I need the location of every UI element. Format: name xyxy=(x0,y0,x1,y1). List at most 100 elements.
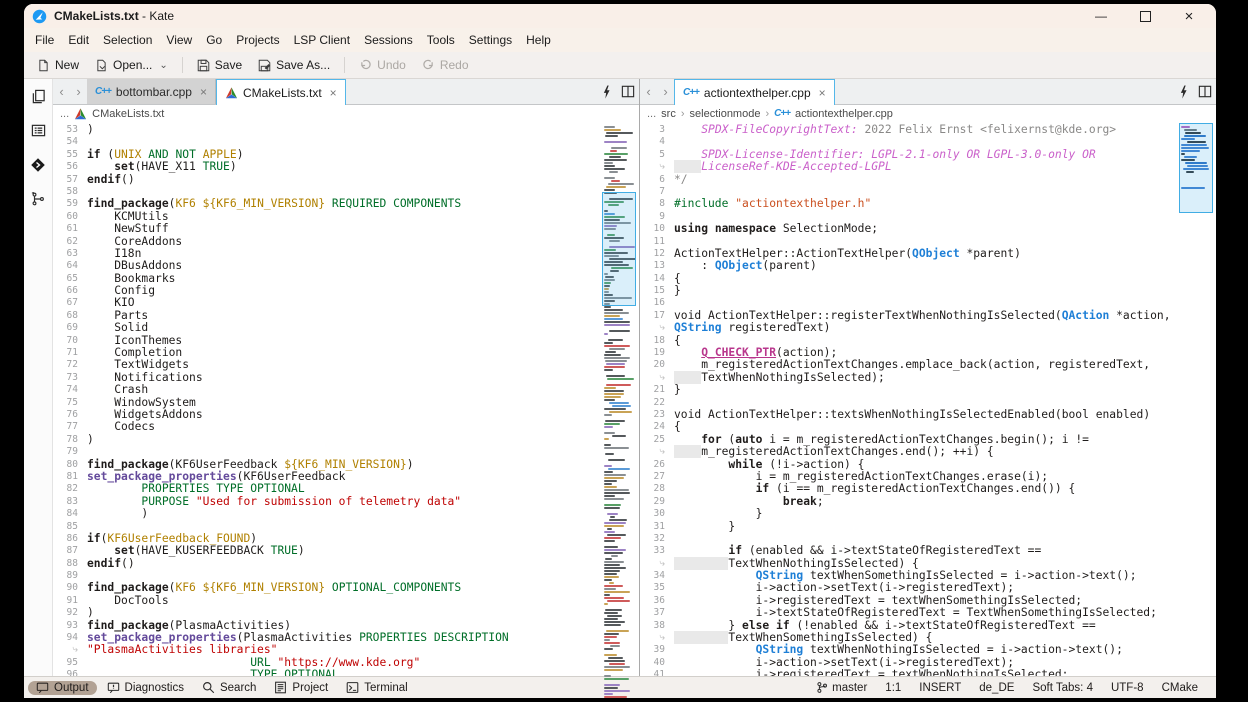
sidebar-tool-filesystem-browser[interactable] xyxy=(31,123,46,141)
maximize-button[interactable] xyxy=(1138,9,1152,23)
code-text: DocTools xyxy=(87,595,169,607)
new-button[interactable]: New xyxy=(30,56,86,74)
code-segment: Crash xyxy=(87,383,148,396)
status-master[interactable]: master xyxy=(808,681,875,694)
lightning-icon[interactable] xyxy=(1179,85,1188,99)
line-number: 68 xyxy=(53,310,87,322)
open-button[interactable]: Open...⌄ xyxy=(88,56,175,74)
quick-open-button[interactable] xyxy=(1172,79,1194,104)
code-segment xyxy=(87,544,114,557)
menu-view[interactable]: View xyxy=(159,31,199,49)
documents-icon xyxy=(31,89,46,104)
menu-projects[interactable]: Projects xyxy=(229,31,286,49)
split-view-button[interactable] xyxy=(617,79,639,104)
statusbar-search-button[interactable]: Search xyxy=(194,680,264,695)
history-forward-button[interactable]: › xyxy=(657,79,674,104)
breadcrumb-item[interactable]: src xyxy=(661,108,676,120)
status-1-1[interactable]: 1:1 xyxy=(877,682,909,694)
close-button[interactable]: × xyxy=(1182,9,1196,23)
status-de-de[interactable]: de_DE xyxy=(971,682,1022,694)
tab-CMakeLists-txt[interactable]: CMakeLists.txt× xyxy=(216,79,346,105)
quick-open-button[interactable] xyxy=(595,79,617,104)
line-number: 5 xyxy=(640,149,674,161)
code-line: 78) xyxy=(53,434,601,446)
minimap-viewport[interactable] xyxy=(602,192,636,306)
toolbar-label: New xyxy=(55,58,79,72)
sidebar-tool-symbols[interactable] xyxy=(31,192,45,209)
line-number: 81 xyxy=(53,471,87,483)
minimap-line xyxy=(604,165,615,167)
statusbar-project-button[interactable]: Project xyxy=(266,680,336,695)
code-text: endif() xyxy=(87,174,135,186)
title-bar[interactable]: CMakeLists.txt - Kate —× xyxy=(24,4,1216,28)
lightning-icon[interactable] xyxy=(602,85,611,99)
minimap-line xyxy=(606,375,625,377)
tab-bottombar-cpp[interactable]: C++bottombar.cpp× xyxy=(87,79,216,104)
menu-edit[interactable]: Edit xyxy=(61,31,96,49)
close-icon[interactable]: × xyxy=(200,85,207,99)
statusbar-output-button[interactable]: Output xyxy=(28,681,97,695)
code-segment: KCMUtils xyxy=(87,210,169,223)
menu-help[interactable]: Help xyxy=(519,31,558,49)
line-number: 89 xyxy=(53,570,87,582)
menu-go[interactable]: Go xyxy=(199,31,229,49)
breadcrumb-item[interactable]: CMakeLists.txt xyxy=(92,108,164,120)
breadcrumb-ellipsis[interactable]: ... xyxy=(60,108,69,120)
menu-sessions[interactable]: Sessions xyxy=(357,31,420,49)
save-as-button[interactable]: Save As... xyxy=(251,56,337,74)
code-segment: KIO xyxy=(87,296,135,309)
code-segment: "https://www.kde.org" xyxy=(277,656,420,669)
code-segment xyxy=(87,160,114,173)
code-area[interactable]: 53)5455if (UNIX AND NOT APPLE)56 set(HAV… xyxy=(53,122,601,676)
split-view-button[interactable] xyxy=(1194,79,1216,104)
minimap-line xyxy=(604,522,626,524)
breadcrumb-item[interactable]: actiontexthelper.cpp xyxy=(795,108,893,120)
line-number: 91 xyxy=(53,595,87,607)
minimize-button[interactable]: — xyxy=(1094,9,1108,23)
history-forward-button[interactable]: › xyxy=(70,79,87,104)
code-segment: else xyxy=(742,619,769,632)
close-icon[interactable]: × xyxy=(330,86,337,100)
code-segment: } xyxy=(674,520,735,533)
code-segment: : xyxy=(674,259,715,272)
menu-lsp-client[interactable]: LSP Client xyxy=(287,31,357,49)
line-number: 62 xyxy=(53,236,87,248)
sidebar-tool-documents[interactable] xyxy=(31,89,46,107)
save-button[interactable]: Save xyxy=(190,56,249,74)
line-number: 25 xyxy=(640,434,674,446)
minimap-line xyxy=(610,516,615,518)
breadcrumb-ellipsis[interactable]: ... xyxy=(647,108,656,120)
menu-selection[interactable]: Selection xyxy=(96,31,159,49)
history-back-button[interactable]: ‹ xyxy=(640,79,657,104)
toolbar-label: Open... xyxy=(113,58,152,72)
minimap-line xyxy=(604,612,618,614)
split-view-icon[interactable] xyxy=(1198,85,1212,98)
history-back-button[interactable]: ‹ xyxy=(53,79,70,104)
breadcrumb-item[interactable]: selectionmode xyxy=(690,108,761,120)
menu-settings[interactable]: Settings xyxy=(462,31,519,49)
close-icon[interactable]: × xyxy=(819,86,826,100)
line-number: 76 xyxy=(53,409,87,421)
line-number: 73 xyxy=(53,372,87,384)
split-view-icon[interactable] xyxy=(621,85,635,98)
status-soft-tabs-4[interactable]: Soft Tabs: 4 xyxy=(1024,682,1101,694)
statusbar-diagnostics-button[interactable]: Diagnostics xyxy=(99,681,192,695)
statusbar-terminal-button[interactable]: Terminal xyxy=(338,680,415,695)
tab-actiontexthelper-cpp[interactable]: C++actiontexthelper.cpp× xyxy=(674,79,835,105)
minimap-viewport[interactable] xyxy=(1179,123,1213,213)
line-number: 79 xyxy=(53,446,87,458)
status-cmake[interactable]: CMake xyxy=(1154,682,1206,694)
sidebar-tool-git[interactable] xyxy=(30,157,46,176)
minimap-scrollbar[interactable] xyxy=(601,122,639,676)
statusbar-label: Project xyxy=(292,682,328,694)
code-segment: TYPE OPTIONAL xyxy=(250,668,338,676)
code-area[interactable]: 3 SPDX-FileCopyrightText: 2022 Felix Ern… xyxy=(640,122,1178,676)
menu-file[interactable]: File xyxy=(28,31,61,49)
menu-tools[interactable]: Tools xyxy=(420,31,462,49)
toolbar-label: Undo xyxy=(377,58,406,72)
minimap-line xyxy=(605,420,625,422)
status-utf-8[interactable]: UTF-8 xyxy=(1103,682,1152,694)
code-segment: LicenseRef-KDE-Accepted-LGPL xyxy=(701,160,891,173)
minimap-scrollbar[interactable] xyxy=(1178,122,1216,676)
status-insert[interactable]: INSERT xyxy=(911,682,969,694)
